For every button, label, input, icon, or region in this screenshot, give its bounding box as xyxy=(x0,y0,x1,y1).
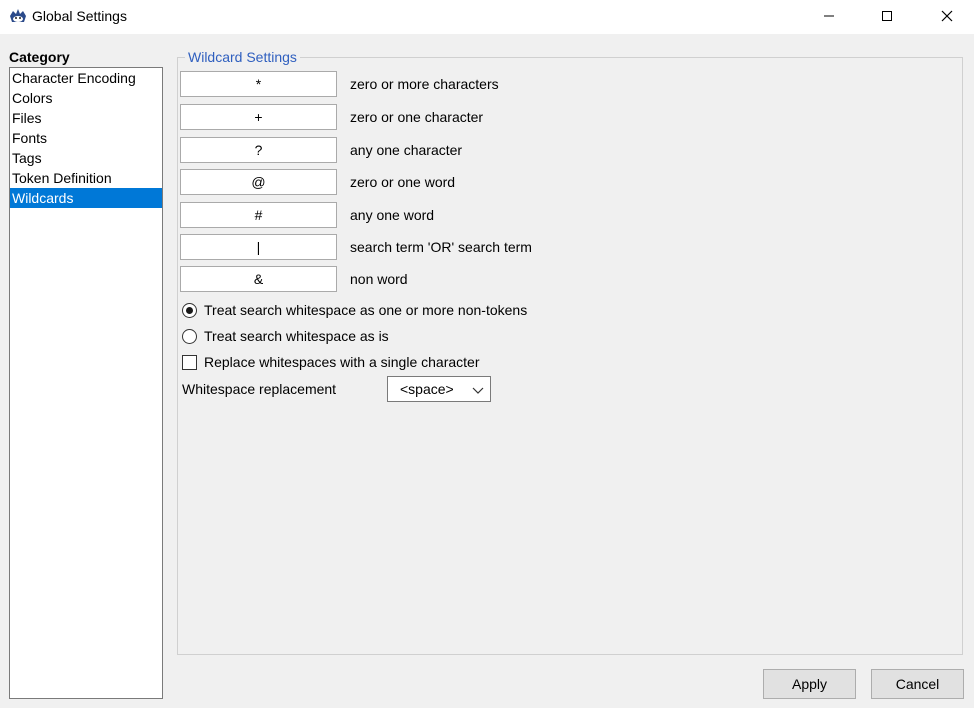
radio-as-is[interactable]: Treat search whitespace as is xyxy=(182,326,389,346)
maximize-button[interactable] xyxy=(858,0,916,32)
radio-one-or-more-non-tokens[interactable]: Treat search whitespace as one or more n… xyxy=(182,300,527,320)
radio-button[interactable] xyxy=(182,328,197,344)
group-legend: Wildcard Settings xyxy=(185,49,300,65)
apply-button[interactable]: Apply xyxy=(763,669,856,699)
wildcard-input-any-one-word[interactable] xyxy=(180,202,337,228)
radio-label: Treat search whitespace as one or more n… xyxy=(204,302,528,318)
radio-button-checked[interactable] xyxy=(182,302,197,318)
window-title: Global Settings xyxy=(32,8,127,24)
category-item-token-definition[interactable]: Token Definition xyxy=(10,168,162,188)
category-item-tags[interactable]: Tags xyxy=(10,148,162,168)
checkbox-label: Replace whitespaces with a single charac… xyxy=(204,354,480,370)
category-item-character-encoding[interactable]: Character Encoding xyxy=(10,68,162,88)
minimize-button[interactable] xyxy=(800,0,858,32)
checkbox[interactable] xyxy=(182,354,197,370)
replace-whitespace-checkbox[interactable]: Replace whitespaces with a single charac… xyxy=(182,352,479,372)
category-item-wildcards[interactable]: Wildcards xyxy=(10,188,162,208)
wildcard-input-zero-or-more-characters[interactable] xyxy=(180,71,337,97)
wildcard-description: zero or one word xyxy=(350,174,456,190)
whitespace-replacement-label: Whitespace replacement xyxy=(182,381,337,397)
category-item-colors[interactable]: Colors xyxy=(10,88,162,108)
wildcard-description: non word xyxy=(350,271,408,287)
whitespace-replacement-select[interactable]: <space> xyxy=(387,376,491,402)
select-value: <space> xyxy=(400,381,454,397)
wildcard-description: zero or one character xyxy=(350,109,484,125)
wildcard-input-any-one-character[interactable] xyxy=(180,137,337,163)
wildcard-input-zero-or-one-character[interactable] xyxy=(180,104,337,130)
radio-label: Treat search whitespace as is xyxy=(204,328,389,344)
category-item-files[interactable]: Files xyxy=(10,108,162,128)
category-label: Category xyxy=(9,49,70,65)
maximize-icon xyxy=(882,11,892,21)
wildcard-input-non-word[interactable] xyxy=(180,266,337,292)
wildcard-description: zero or more characters xyxy=(350,76,499,92)
close-button[interactable] xyxy=(918,0,974,32)
wildcard-input-or[interactable] xyxy=(180,234,337,260)
category-list: Character Encoding Colors Files Fonts Ta… xyxy=(9,67,163,699)
wildcard-input-zero-or-one-word[interactable] xyxy=(180,169,337,195)
chevron-down-icon xyxy=(472,383,484,399)
category-item-fonts[interactable]: Fonts xyxy=(10,128,162,148)
cancel-button[interactable]: Cancel xyxy=(871,669,964,699)
wildcard-description: any one character xyxy=(350,142,463,158)
wildcard-description: search term 'OR' search term xyxy=(350,239,532,255)
app-icon xyxy=(8,7,28,25)
minimize-icon xyxy=(824,15,834,17)
wildcard-description: any one word xyxy=(350,207,435,223)
title-bar: Global Settings xyxy=(0,0,974,34)
close-icon xyxy=(941,10,953,22)
